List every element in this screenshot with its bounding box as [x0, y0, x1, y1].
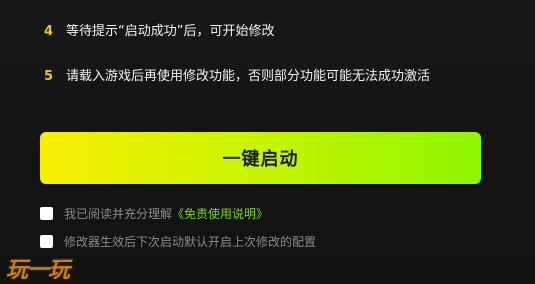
- one-click-launch-button[interactable]: 一键启动: [40, 132, 481, 184]
- agreement-text: 我已阅读并充分理解: [64, 207, 173, 221]
- step-item-5: 5 请载入游戏后再使用修改功能，否则部分功能可能无法成功激活: [44, 68, 430, 86]
- step-text: 等待提示“启动成功”后，可开始修改: [66, 24, 275, 39]
- step-text: 请载入游戏后再使用修改功能，否则部分功能可能无法成功激活: [66, 69, 431, 84]
- site-watermark-logo: 玩一玩: [6, 258, 70, 283]
- auto-enable-label: 修改器生效后下次启动默认开启上次修改的配置: [64, 235, 317, 249]
- auto-enable-row: 修改器生效后下次启动默认开启上次修改的配置: [40, 233, 316, 250]
- step-number: 5: [44, 69, 54, 84]
- trainer-launch-panel: 4 等待提示“启动成功”后，可开始修改 5 请载入游戏后再使用修改功能，否则部分…: [0, 0, 535, 283]
- step-item-4: 4 等待提示“启动成功”后，可开始修改: [44, 23, 274, 41]
- step-number: 4: [44, 24, 54, 39]
- auto-enable-checkbox[interactable]: [40, 235, 53, 248]
- launch-button-label: 一键启动: [222, 149, 299, 170]
- agreement-checkbox[interactable]: [40, 207, 53, 220]
- disclaimer-link[interactable]: 《免责使用说明》: [172, 205, 268, 222]
- agreement-row: 我已阅读并充分理解 《免责使用说明》: [40, 205, 268, 222]
